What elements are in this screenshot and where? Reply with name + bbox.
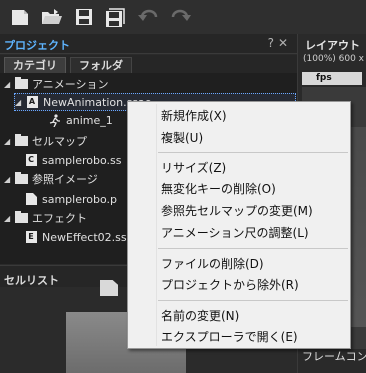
tree-item-effect[interactable]: E NewEffect02.ss (24, 228, 127, 246)
expand-arrow-icon[interactable]: ◢ (4, 137, 14, 146)
cellmap-file-icon: C (24, 154, 38, 167)
tree-label: エフェクト (32, 212, 87, 225)
folder-icon (14, 172, 28, 186)
menu-item-exclude-project[interactable]: プロジェクトから除外(R) (128, 275, 350, 295)
menu-separator (158, 300, 348, 301)
panel-actions: ?✕ (268, 36, 292, 50)
tree-folder-animation[interactable]: ◢ アニメーション (4, 75, 109, 93)
expand-arrow-icon[interactable]: ◢ (4, 175, 14, 184)
tab-folder[interactable]: フォルダ (70, 57, 132, 73)
fps-label: fps (316, 73, 332, 83)
frame-control-label: フレームコン (302, 350, 366, 363)
help-button[interactable]: ? (268, 36, 278, 50)
expand-arrow-icon[interactable]: ◢ (4, 80, 14, 89)
tree-folder-reference[interactable]: ◢ 参照イメージ (4, 170, 98, 188)
menu-item-rename[interactable]: 名前の変更(N) (128, 306, 350, 326)
tree-label: セルマップ (32, 135, 87, 148)
tab-category[interactable]: カテゴリ (4, 57, 66, 73)
redo-icon (171, 9, 191, 21)
menu-item-delete-static-keys[interactable]: 無変化キーの削除(O) (128, 179, 350, 199)
new-file-button[interactable] (8, 6, 32, 28)
menu-item-new[interactable]: 新規作成(X) (128, 106, 350, 126)
menu-item-adjust-length[interactable]: アニメーション尺の調整(L) (128, 223, 350, 243)
save-all-button[interactable] (103, 6, 127, 28)
open-folder-icon (42, 9, 62, 24)
effect-file-icon: E (24, 231, 38, 244)
undo-icon (138, 9, 158, 21)
context-menu: 新規作成(X) 複製(U) リサイズ(Z) 無変化キーの削除(O) 参照先セルマ… (127, 101, 351, 349)
cell-list-title: セルリスト (4, 274, 59, 287)
menu-item-open-explorer[interactable]: エクスプローラで開く(E) (128, 327, 350, 347)
project-panel-title: プロジェクト (4, 39, 70, 52)
redo-button[interactable] (168, 6, 192, 28)
main-toolbar (0, 0, 366, 34)
folder-icon (14, 211, 28, 225)
tree-label: 参照イメージ (32, 173, 98, 186)
menu-item-duplicate[interactable]: 複製(U) (128, 128, 350, 148)
project-panel-header: プロジェクト ?✕ (0, 34, 297, 54)
close-icon[interactable]: ✕ (278, 36, 292, 50)
undo-button[interactable] (137, 6, 161, 28)
folder-icon (14, 134, 28, 148)
running-figure-icon (48, 113, 62, 127)
folder-icon (14, 77, 28, 91)
tree-item-cellmap[interactable]: C samplerobo.ss (24, 151, 121, 169)
project-tabs: カテゴリ フォルダ (0, 55, 297, 73)
tree-label: アニメーション (32, 78, 109, 91)
tree-label: NewEffect02.ss (42, 230, 127, 244)
layout-panel-title: レイアウト (305, 39, 360, 52)
fps-indicator[interactable]: fps (302, 72, 362, 85)
open-folder-button[interactable] (40, 6, 64, 28)
menu-item-resize[interactable]: リサイズ(Z) (128, 158, 350, 178)
menu-separator (158, 248, 348, 249)
tree-label: samplerobo.ss (42, 153, 122, 167)
tree-folder-cellmap[interactable]: ◢ セルマップ (4, 132, 87, 150)
tree-label: anime_1 (66, 113, 113, 127)
save-icon (76, 9, 92, 25)
tree-item-anime1[interactable]: anime_1 (48, 111, 113, 129)
tree-item-reference[interactable]: samplerobo.p (24, 190, 117, 208)
expand-arrow-icon[interactable]: ◢ (4, 214, 14, 223)
menu-separator (158, 152, 348, 153)
new-file-icon (12, 10, 28, 25)
image-file-icon (24, 193, 38, 206)
menu-item-change-cellmap[interactable]: 参照先セルマップの変更(M) (128, 201, 350, 221)
save-all-icon (106, 7, 125, 27)
save-button[interactable] (72, 6, 96, 28)
expand-arrow-icon[interactable]: ◢ (15, 98, 25, 107)
menu-item-delete-file[interactable]: ファイルの削除(D) (128, 254, 350, 274)
tree-label: samplerobo.p (42, 192, 118, 206)
layout-size-info: (100%) 600 x 6 (303, 54, 366, 64)
animation-file-icon: A (25, 96, 39, 109)
tree-folder-effect[interactable]: ◢ エフェクト (4, 209, 87, 227)
